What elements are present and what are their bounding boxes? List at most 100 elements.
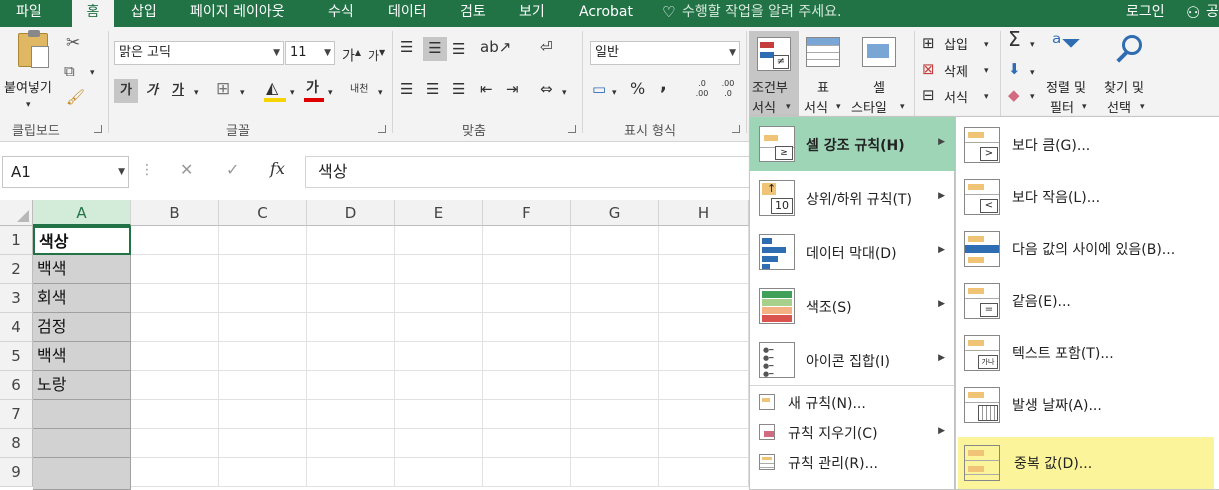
grid-cell[interactable] [395,458,483,487]
format-as-table-icon[interactable] [806,37,840,67]
grid-cell[interactable] [395,400,483,429]
grid-cell[interactable] [483,313,571,342]
column-header-b[interactable]: B [131,200,219,226]
submenu-item-less-than[interactable]: < 보다 작음(L)... [956,171,1219,223]
column-header-e[interactable]: E [395,200,483,226]
grid-cell[interactable] [131,400,219,429]
cell-a3[interactable]: 회색 [33,284,131,313]
increase-decimal-button[interactable]: .0 .00 [692,79,712,99]
find-select-line2[interactable]: 선택 [1107,97,1131,116]
grid-cell[interactable] [131,371,219,400]
enter-icon[interactable]: ✓ [226,162,239,178]
paste-button[interactable]: 붙여넣기 [4,77,52,96]
grid-cell[interactable] [571,400,659,429]
grid-cell[interactable] [483,458,571,487]
grid-cell[interactable] [219,255,307,284]
number-dialog-launcher[interactable] [732,125,740,133]
tab-file[interactable]: 파일 [16,0,42,27]
name-box[interactable]: A1 ▼ [2,156,129,188]
font-color-icon[interactable]: 가 [306,80,319,96]
grid-cell[interactable] [483,342,571,371]
grid-cell[interactable] [307,342,395,371]
accounting-format-icon[interactable]: ▭ [592,81,606,97]
column-header-g[interactable]: G [571,200,659,226]
clipboard-dialog-launcher[interactable] [94,125,102,133]
row-header[interactable]: 2 [0,255,33,284]
find-select-line1[interactable]: 찾기 및 [1104,77,1144,96]
grid-cell[interactable] [307,429,395,458]
paste-dropdown-icon[interactable]: ▾ [26,97,31,113]
grid-cell[interactable] [571,429,659,458]
submenu-item-text-contains[interactable]: 가나 텍스트 포함(T)... [956,327,1219,379]
merge-center-icon[interactable]: ⇔ [540,81,553,97]
font-name-combo[interactable]: 맑은 고딕 ▼ [114,41,284,65]
merge-dropdown-icon[interactable]: ▾ [562,85,567,101]
tab-page-layout[interactable]: 페이지 레이아웃 [190,0,285,27]
menu-item-data-bars[interactable]: 데이터 막대(D) ▶ [750,225,955,279]
bold-button[interactable]: 가 [114,79,138,103]
menu-item-manage-rules[interactable]: 규칙 관리(R)... [750,447,955,477]
menu-item-highlight-cells-rules[interactable]: ≥ 셀 강조 규칙(H) ▶ [750,117,955,171]
grid-cell[interactable] [131,458,219,487]
grid-cell[interactable] [659,429,749,458]
grid-cell[interactable] [307,313,395,342]
grid-cell[interactable] [219,226,307,255]
grid-cell[interactable] [571,313,659,342]
menu-item-new-rule[interactable]: 새 규칙(N)... [750,387,955,417]
grid-cell[interactable] [219,313,307,342]
grid-cell[interactable] [219,284,307,313]
insert-function-icon[interactable]: fx [270,161,285,177]
delete-cells-icon[interactable]: ⊠ [922,61,935,77]
grid-cell[interactable] [219,458,307,487]
grid-cell[interactable] [571,342,659,371]
grid-cell[interactable] [131,226,219,255]
row-header[interactable]: 1 [0,226,33,255]
row-header[interactable]: 4 [0,313,33,342]
italic-button[interactable]: 가 [146,83,158,99]
align-right-icon[interactable]: ☰ [452,81,465,97]
row-header[interactable]: 5 [0,342,33,371]
tab-data[interactable]: 데이터 [388,0,427,27]
grid-cell[interactable] [659,255,749,284]
grid-cell[interactable] [483,429,571,458]
column-header-a[interactable]: A [33,200,131,226]
select-all-corner[interactable] [0,200,33,226]
cell-a7[interactable] [33,400,131,429]
cancel-icon[interactable]: ✕ [180,162,193,178]
grid-cell[interactable] [307,284,395,313]
grid-cell[interactable] [483,255,571,284]
cell-a1[interactable]: 색상 [33,226,131,255]
increase-font-icon[interactable]: 가▲ [342,45,361,65]
fill-color-icon[interactable]: ◭ [266,80,278,96]
grid-cell[interactable] [131,429,219,458]
cell-styles-icon[interactable] [862,37,896,67]
comma-button[interactable]: , [660,76,667,94]
align-dialog-launcher[interactable] [568,125,576,133]
clear-eraser-icon[interactable]: ◆ [1008,87,1020,103]
accounting-dropdown-icon[interactable]: ▾ [612,85,617,101]
menu-item-top-bottom-rules[interactable]: ↑ 10 상위/하위 규칙(T) ▶ [750,171,955,225]
tab-view[interactable]: 보기 [519,0,545,27]
font-dialog-launcher[interactable] [378,125,386,133]
grid-cell[interactable] [483,400,571,429]
grid-cell[interactable] [571,284,659,313]
sort-filter-line1[interactable]: 정렬 및 [1046,77,1086,96]
number-format-combo[interactable]: 일반 ▼ [590,41,740,65]
underline-button[interactable]: 가 [172,83,184,99]
row-header[interactable]: 3 [0,284,33,313]
borders-icon[interactable]: ⊞ [216,81,230,98]
cell-a2[interactable]: 백색 [33,255,131,284]
borders-dropdown-icon[interactable]: ▾ [240,85,245,101]
grid-cell[interactable] [219,400,307,429]
row-header[interactable]: 8 [0,429,33,458]
share-label[interactable]: 공 [1206,0,1219,27]
cell-a6[interactable]: 노랑 [33,371,131,400]
submenu-item-greater-than[interactable]: > 보다 큼(G)... [956,119,1219,171]
delete-cells-button[interactable]: 삭제 [944,61,968,80]
column-header-d[interactable]: D [307,200,395,226]
more-options-icon[interactable]: ⋮ [140,162,154,178]
insert-cells-icon[interactable]: ⊞ [922,35,935,51]
cut-icon[interactable]: ✂ [66,35,80,52]
format-cells-button[interactable]: 서식 [944,87,968,106]
decrease-font-icon[interactable]: 가▼ [368,45,385,64]
